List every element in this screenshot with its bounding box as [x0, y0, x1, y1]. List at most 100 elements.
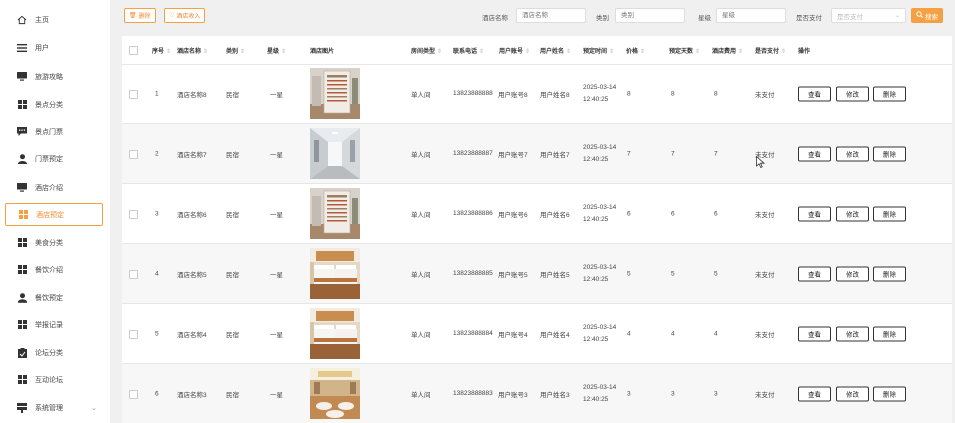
- header-days[interactable]: 预定天数 ⇕: [669, 46, 700, 55]
- header-cost[interactable]: 酒店费用 ⇕: [712, 46, 743, 55]
- table-row[interactable]: 1 酒店名称8 民宿 一星 单人间 13823888888 用户账号8 用户姓名8 2025-0…: [122, 64, 952, 124]
- edit-button[interactable]: 修改: [836, 326, 869, 341]
- booking-table: 序号 ⇕ 酒店名称 ⇕ 类别 ⇕ 星级 ⇕ 酒店图片 房间类型 ⇕ 联系电话 ⇕ 用户账号 ⇕…: [122, 36, 952, 423]
- view-button[interactable]: 查看: [798, 386, 831, 401]
- sidebar-item-system-management[interactable]: 系统管理 ⌄: [5, 396, 103, 419]
- header-room-type[interactable]: 房间类型 ⇕: [411, 46, 442, 55]
- hotel-image[interactable]: [310, 308, 360, 359]
- sidebar-item-label: 景点门票: [35, 128, 63, 136]
- row-checkbox[interactable]: [129, 150, 138, 159]
- cell-hotel-name: 酒店名称4: [177, 331, 207, 339]
- cell-star: 一星: [270, 331, 283, 339]
- sidebar-item-forum[interactable]: 互动论坛: [5, 368, 103, 391]
- header-username[interactable]: 用户姓名 ⇕: [540, 46, 571, 55]
- row-delete-button[interactable]: 删除: [873, 146, 906, 161]
- row-delete-button[interactable]: 删除: [873, 266, 906, 281]
- header-book-time[interactable]: 预定时间 ⇕: [583, 46, 614, 55]
- view-button[interactable]: 查看: [798, 266, 831, 281]
- hotel-image[interactable]: [310, 68, 360, 119]
- star-input[interactable]: [716, 8, 786, 23]
- clipboard-icon: [17, 347, 27, 358]
- cell-username: 用户姓名3: [540, 391, 570, 399]
- chevron-down-icon[interactable]: ⌄: [91, 404, 97, 412]
- header-star[interactable]: 星级 ⇕: [267, 46, 286, 55]
- view-button[interactable]: 查看: [798, 86, 831, 101]
- cell-days: 4: [671, 330, 675, 337]
- header-index[interactable]: 序号 ⇕: [152, 46, 171, 55]
- header-hotel-name[interactable]: 酒店名称 ⇕: [177, 46, 208, 55]
- hotel-image[interactable]: [310, 248, 360, 299]
- edit-button[interactable]: 修改: [836, 206, 869, 221]
- row-checkbox[interactable]: [129, 390, 138, 399]
- header-paid[interactable]: 是否支付 ⇕: [755, 46, 786, 55]
- table-row[interactable]: 5 酒店名称4 民宿 一星 单人间 13823888884 用户账号4 用户姓名4 2025-0…: [122, 304, 952, 364]
- sidebar-item-home[interactable]: 主页: [5, 8, 103, 31]
- header-category[interactable]: 类别 ⇕: [226, 46, 245, 55]
- row-delete-button[interactable]: 删除: [873, 206, 906, 221]
- sidebar-item-hotel-intro[interactable]: 酒店介绍: [5, 176, 103, 199]
- paid-select[interactable]: 是否支付 ⌄: [831, 8, 906, 23]
- hotel-image[interactable]: [310, 128, 360, 179]
- cell-cost: 7: [714, 150, 718, 157]
- category-input[interactable]: [615, 8, 685, 23]
- hotel-revenue-button[interactable]: ♡ 酒店收入: [164, 8, 206, 23]
- sidebar-item-scenic-tickets[interactable]: 景点门票: [5, 120, 103, 143]
- grid-icon: [17, 238, 27, 248]
- sidebar-item-travel-guides[interactable]: 旅游攻略: [5, 65, 103, 88]
- row-checkbox[interactable]: [129, 270, 138, 279]
- edit-button[interactable]: 修改: [836, 386, 869, 401]
- cell-hotel-name: 酒店名称3: [177, 391, 207, 399]
- edit-button[interactable]: 修改: [836, 86, 869, 101]
- header-phone[interactable]: 联系电话 ⇕: [453, 46, 484, 55]
- sidebar-item-food-categories[interactable]: 美食分类: [5, 231, 103, 254]
- sidebar-item-forum-categories[interactable]: 论坛分类: [5, 341, 103, 364]
- sidebar-item-dining-booking[interactable]: 餐饮预定: [5, 286, 103, 309]
- edit-button[interactable]: 修改: [836, 146, 869, 161]
- row-delete-button[interactable]: 删除: [873, 86, 906, 101]
- sidebar-item-dining-intro[interactable]: 餐饮介绍: [5, 258, 103, 281]
- cell-username: 用户姓名8: [540, 91, 570, 99]
- view-button[interactable]: 查看: [798, 206, 831, 221]
- row-checkbox[interactable]: [129, 330, 138, 339]
- grid-icon: [17, 100, 27, 110]
- table-row[interactable]: 6 酒店名称3 民宿 一星 单人间 13823888883 用户账号3 用户姓名3 2025-0…: [122, 364, 952, 423]
- sidebar-item-hotel-booking[interactable]: 酒店预定: [5, 203, 103, 226]
- cell-cost: 3: [714, 390, 718, 397]
- cell-account: 用户账号3: [498, 391, 528, 399]
- view-button[interactable]: 查看: [798, 326, 831, 341]
- edit-button[interactable]: 修改: [836, 266, 869, 281]
- trash-icon: 🗑︎: [129, 13, 137, 19]
- cell-category: 民宿: [226, 271, 239, 279]
- row-checkbox[interactable]: [129, 210, 138, 219]
- header-account[interactable]: 用户账号 ⇕: [499, 46, 530, 55]
- hotel-image[interactable]: [310, 188, 360, 239]
- sidebar-item-scenic-categories[interactable]: 景点分类: [5, 93, 103, 116]
- hotel-name-input[interactable]: [516, 8, 586, 23]
- row-checkbox[interactable]: [129, 90, 138, 99]
- select-all-checkbox[interactable]: [129, 46, 138, 55]
- header-actions: 操作: [798, 49, 811, 55]
- search-button[interactable]: 搜索: [911, 8, 943, 23]
- table-row[interactable]: 3 酒店名称6 民宿 一星 单人间 13823888886 用户账号6 用户姓名6 2025-0…: [122, 184, 952, 244]
- cell-room-type: 单人间: [411, 271, 431, 279]
- table-row[interactable]: 2 酒店名称7 民宿 一星 单人间 13823888887 用户账号7 用户姓名7 2025-0…: [122, 124, 952, 184]
- sidebar-item-label: 系统管理: [35, 404, 63, 412]
- cell-index: 4: [155, 270, 159, 277]
- cell-category: 民宿: [226, 91, 239, 99]
- sidebar-item-label: 互动论坛: [35, 376, 63, 384]
- cell-days: 8: [671, 90, 675, 97]
- home-icon: [17, 15, 27, 25]
- row-delete-button[interactable]: 删除: [873, 326, 906, 341]
- table-row[interactable]: 4 酒店名称5 民宿 一星 单人间 13823888885 用户账号5 用户姓名5 2025-0…: [122, 244, 952, 304]
- mouse-cursor-icon: [756, 155, 766, 170]
- sidebar-item-users[interactable]: 用户: [5, 36, 103, 59]
- header-price[interactable]: 价格 ⇕: [626, 46, 645, 55]
- row-delete-button[interactable]: 删除: [873, 386, 906, 401]
- sidebar-item-reports[interactable]: 举报记录: [5, 313, 103, 336]
- sidebar-item-ticket-booking[interactable]: 门票预定: [5, 147, 103, 170]
- view-button[interactable]: 查看: [798, 146, 831, 161]
- cell-book-time: 2025-03-14 12:40:25: [583, 143, 617, 163]
- delete-button[interactable]: 🗑︎ 删除: [124, 8, 156, 23]
- hotel-image[interactable]: [310, 368, 360, 419]
- sidebar-item-label: 举报记录: [35, 321, 63, 329]
